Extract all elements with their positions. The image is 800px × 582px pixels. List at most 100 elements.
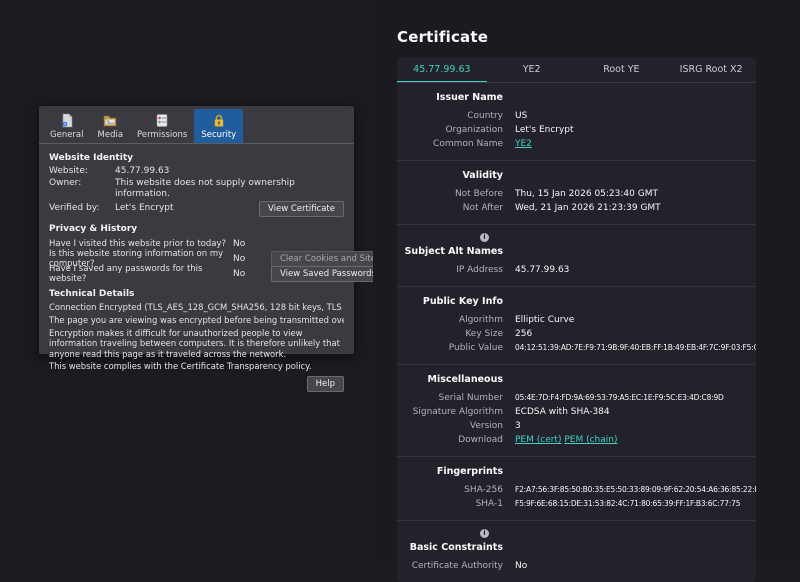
cert-row: SHA-1 F5:9F:6E:68:15:DE:31:53:82:4C:71:8… [397, 497, 756, 511]
pem-chain-download-link[interactable]: PEM (chain) [564, 435, 617, 445]
field-label: Version [469, 421, 503, 431]
tech-line-ct-policy: This website complies with the Certifica… [49, 361, 312, 371]
field-label: Website: [49, 166, 88, 176]
section-heading: Public Key Info [422, 296, 503, 307]
field-value: 05:4E:7D:F4:FD:9A:69:53:79:A5:EC:1E:F9:5… [515, 393, 724, 402]
section-heading-technical-details: Technical Details [49, 288, 135, 299]
field-value: US [515, 111, 528, 121]
section-heading: Fingerprints [436, 466, 503, 477]
tab-permissions[interactable]: Permissions [130, 109, 194, 143]
view-saved-passwords-button[interactable]: View Saved Passwords [271, 266, 385, 282]
tab-media[interactable]: Media [91, 109, 131, 143]
field-value: F2:A7:56:3F:85:50:B0:35:E5:50:33:89:09:9… [515, 485, 756, 494]
tech-line-encrypted: The page you are viewing was encrypted b… [49, 314, 344, 325]
field-label: Not After [462, 203, 503, 213]
section-heading: Issuer Name [436, 92, 503, 103]
field-value: Thu, 15 Jan 2026 05:23:40 GMT [515, 189, 658, 199]
section-miscellaneous: Miscellaneous Serial Number 05:4E:7D:F4:… [397, 365, 756, 457]
field-label: Not Before [454, 189, 503, 199]
section-validity: Validity Not Before Thu, 15 Jan 2026 05:… [397, 161, 756, 225]
field-value: This website does not supply ownership i… [115, 177, 295, 200]
tab-label: General [50, 130, 84, 140]
certificate-page: Certificate 45.77.99.63 YE2 Root YE ISRG… [373, 0, 800, 582]
privacy-question: Have I visited this website prior to tod… [49, 239, 227, 249]
field-label: SHA-256 [464, 485, 503, 495]
cert-row: IP Address 45.77.99.63 [397, 263, 756, 277]
folder-icon [102, 113, 118, 128]
section-heading-website-identity: Website Identity [49, 153, 133, 163]
tab-label: Security [201, 130, 237, 140]
identity-row-verified-by: Verified by: Let's Encrypt View Certific… [49, 200, 344, 217]
cert-row: Common Name YE2 [397, 137, 756, 151]
cert-row: Public Value 04:12:51:39:AD:7E:F9:71:9B:… [397, 341, 756, 355]
tab-security[interactable]: Security [194, 109, 244, 143]
field-label: Key Size [465, 329, 503, 339]
section-issuer-name: Issuer Name Country US Organization Let'… [397, 83, 756, 161]
tech-line-encryption-info: Encryption makes it difficult for unauth… [49, 327, 340, 359]
info-icon[interactable]: i [480, 529, 489, 538]
field-value: 04:12:51:39:AD:7E:F9:71:9B:9F:40:EB:FF:1… [515, 343, 756, 352]
section-heading: Basic Constraints [409, 542, 503, 553]
privacy-question: Have I saved any passwords for this webs… [49, 264, 203, 284]
cert-row: Not After Wed, 21 Jan 2026 21:23:39 GMT [397, 201, 756, 215]
cert-tab-leaf[interactable]: 45.77.99.63 [397, 57, 487, 82]
section-heading: Subject Alt Names [404, 246, 503, 257]
certificate-card: 45.77.99.63 YE2 Root YE ISRG Root X2 Iss… [397, 57, 756, 582]
section-heading: Validity [462, 170, 503, 181]
field-value: F5:9F:6E:68:15:DE:31:53:82:4C:71:80:65:3… [515, 499, 741, 508]
cert-row: Organization Let's Encrypt [397, 123, 756, 137]
field-label: Country [467, 111, 503, 121]
certificate-tabbar: 45.77.99.63 YE2 Root YE ISRG Root X2 [397, 57, 756, 83]
page-info-dialog: General Media Permissions Security Websi… [38, 105, 408, 392]
field-value: No [515, 561, 528, 571]
field-label: SHA-1 [475, 499, 503, 509]
identity-row-owner: Owner: This website does not supply owne… [49, 178, 344, 201]
privacy-answer: No [233, 239, 246, 249]
cert-row: Key Size 256 [397, 327, 756, 341]
pem-cert-download-link[interactable]: PEM (cert) [515, 435, 561, 445]
cert-row: Algorithm Elliptic Curve [397, 313, 756, 327]
privacy-answer: No [233, 269, 246, 279]
field-label: IP Address [456, 265, 503, 275]
field-value: ECDSA with SHA-384 [515, 407, 610, 417]
cert-row: Version 3 [397, 419, 756, 433]
field-label: Signature Algorithm [412, 407, 503, 417]
page-title: Certificate [397, 28, 489, 46]
cert-row: Signature Algorithm ECDSA with SHA-384 [397, 405, 756, 419]
cert-row: Not Before Thu, 15 Jan 2026 05:23:40 GMT [397, 187, 756, 201]
field-label: Owner: [49, 177, 82, 188]
page-info-body: Website Identity Website: 45.77.99.63 Ow… [39, 144, 408, 398]
section-heading-privacy-history: Privacy & History [49, 223, 138, 234]
field-label: Public Value [448, 343, 503, 353]
cert-row-download: Download PEM (cert) PEM (chain) [397, 433, 756, 447]
privacy-answer: No [233, 254, 246, 264]
help-button[interactable]: Help [306, 376, 344, 392]
cert-tab-intermediate[interactable]: YE2 [487, 57, 577, 82]
section-heading: Miscellaneous [427, 374, 503, 385]
cert-tab-root[interactable]: Root YE [577, 57, 667, 82]
cert-row: Serial Number 05:4E:7D:F4:FD:9A:69:53:79… [397, 391, 756, 405]
permissions-list-icon [154, 113, 170, 128]
cert-row: Country US [397, 109, 756, 123]
tab-general[interactable]: General [43, 109, 91, 143]
field-value: 3 [515, 421, 521, 431]
tab-label: Media [97, 130, 124, 140]
common-name-link[interactable]: YE2 [515, 139, 532, 149]
field-value: Wed, 21 Jan 2026 21:23:39 GMT [515, 203, 661, 213]
view-certificate-button[interactable]: View Certificate [258, 200, 344, 217]
field-label: Algorithm [458, 315, 503, 325]
field-value: 256 [515, 329, 533, 339]
info-icon[interactable]: i [480, 233, 489, 242]
field-label: Organization [445, 125, 503, 135]
field-value: Let's Encrypt [115, 202, 174, 213]
lock-icon [211, 113, 227, 128]
field-label: Verified by: [49, 202, 100, 213]
field-label: Serial Number [438, 393, 503, 403]
privacy-row-passwords: Have I saved any passwords for this webs… [49, 264, 385, 284]
page-info-tabbar: General Media Permissions Security [39, 106, 354, 144]
cert-tab-isrg-root[interactable]: ISRG Root X2 [666, 57, 756, 82]
document-icon [59, 113, 75, 128]
field-value: Let's Encrypt [515, 125, 574, 135]
field-label: Certificate Authority [411, 561, 503, 571]
tab-label: Permissions [137, 130, 188, 140]
